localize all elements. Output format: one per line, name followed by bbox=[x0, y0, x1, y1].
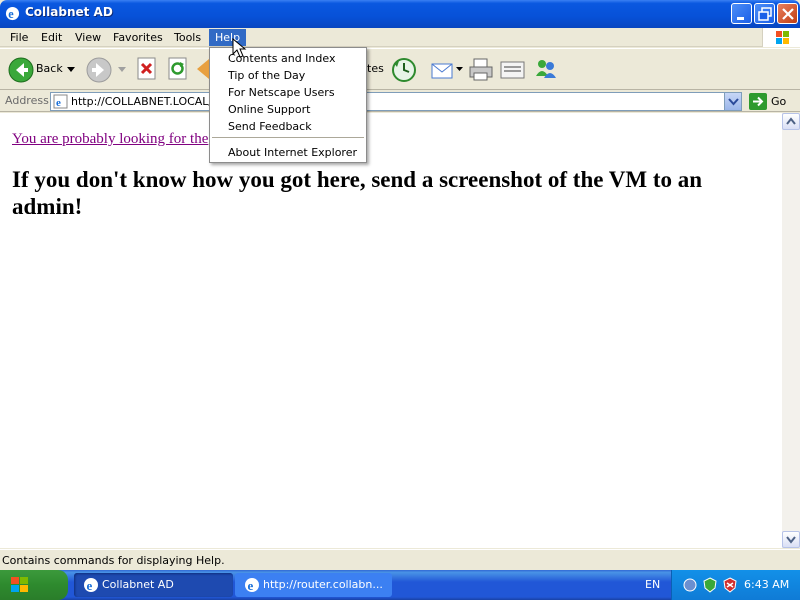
vertical-scrollbar[interactable] bbox=[782, 113, 800, 548]
ie-icon: e bbox=[84, 578, 98, 593]
menu-edit[interactable]: Edit bbox=[35, 29, 68, 46]
taskbar: e Collabnet AD e http://router.collabn..… bbox=[0, 570, 800, 600]
title-bar[interactable]: e Collabnet AD bbox=[0, 0, 800, 28]
history-icon[interactable] bbox=[391, 57, 417, 83]
menu-item-online-support[interactable]: Online Support bbox=[211, 101, 365, 118]
status-bar: Contains commands for displaying Help. bbox=[0, 549, 800, 570]
menu-item-about-ie[interactable]: About Internet Explorer bbox=[211, 144, 365, 161]
scroll-down-button[interactable] bbox=[782, 531, 800, 548]
scroll-down-icon bbox=[786, 536, 796, 544]
back-icon[interactable] bbox=[8, 57, 34, 83]
address-url: http://COLLABNET.LOCAL/ bbox=[71, 95, 213, 108]
help-menu: Contents and Index Tip of the Day For Ne… bbox=[209, 47, 367, 163]
taskbar-item-label: http://router.collabn... bbox=[263, 578, 383, 591]
page-icon: e bbox=[53, 94, 68, 109]
taskbar-item-collabnet[interactable]: e Collabnet AD bbox=[74, 573, 233, 597]
page-link[interactable]: You are probably looking for the bbox=[12, 131, 208, 148]
menu-item-send-feedback[interactable]: Send Feedback bbox=[211, 118, 365, 135]
start-button[interactable] bbox=[0, 570, 68, 600]
taskbar-item-router[interactable]: e http://router.collabn... bbox=[235, 573, 392, 597]
taskbar-item-label: Collabnet AD bbox=[102, 578, 174, 591]
back-dropdown-icon[interactable] bbox=[66, 66, 76, 74]
language-indicator[interactable]: EN bbox=[645, 578, 660, 591]
network-icon[interactable] bbox=[682, 577, 698, 593]
menu-item-netscape-users[interactable]: For Netscape Users bbox=[211, 84, 365, 101]
svg-text:e: e bbox=[87, 578, 93, 593]
print-icon[interactable] bbox=[468, 57, 494, 83]
close-icon bbox=[782, 8, 794, 20]
scroll-up-icon bbox=[786, 117, 796, 125]
mail-icon[interactable] bbox=[430, 58, 456, 82]
address-bar: Address e http://COLLABNET.LOCAL/ Go bbox=[0, 91, 800, 112]
address-label: Address bbox=[5, 94, 49, 107]
ie-icon: e bbox=[245, 578, 259, 593]
mail-dropdown-icon[interactable] bbox=[456, 66, 464, 74]
ie-icon: e bbox=[5, 6, 20, 21]
forward-icon[interactable] bbox=[86, 57, 112, 83]
svg-text:e: e bbox=[56, 97, 61, 109]
menu-file[interactable]: File bbox=[4, 29, 34, 46]
go-arrow-icon[interactable] bbox=[749, 93, 767, 110]
messenger-icon[interactable] bbox=[533, 56, 559, 82]
back-button-label[interactable]: Back bbox=[36, 62, 63, 75]
chevron-down-icon bbox=[728, 98, 739, 106]
menu-view[interactable]: View bbox=[69, 29, 107, 46]
forward-dropdown-icon[interactable] bbox=[117, 66, 127, 74]
minimize-icon bbox=[737, 17, 744, 20]
menu-bar: File Edit View Favorites Tools Help bbox=[0, 28, 800, 47]
address-dropdown-button[interactable] bbox=[724, 93, 741, 110]
close-button[interactable] bbox=[777, 3, 798, 24]
menu-separator bbox=[212, 137, 364, 138]
go-button-label[interactable]: Go bbox=[771, 95, 786, 108]
menu-tools[interactable]: Tools bbox=[168, 29, 207, 46]
refresh-icon[interactable] bbox=[167, 57, 189, 81]
menu-favorites[interactable]: Favorites bbox=[107, 29, 169, 46]
clock[interactable]: 6:43 AM bbox=[744, 578, 789, 591]
minimize-button[interactable] bbox=[731, 3, 752, 24]
stop-icon[interactable] bbox=[136, 57, 158, 81]
page-heading: If you don't know how you got here, send… bbox=[12, 167, 703, 219]
windows-flag-icon bbox=[762, 28, 800, 47]
scroll-up-button[interactable] bbox=[782, 113, 800, 130]
start-icon bbox=[11, 577, 28, 592]
address-input[interactable]: e http://COLLABNET.LOCAL/ bbox=[50, 92, 742, 111]
svg-text:e: e bbox=[248, 578, 254, 593]
shield-icon[interactable] bbox=[722, 577, 738, 593]
page-content: You are probably looking for the If you … bbox=[0, 113, 782, 548]
toolbar: Back tes bbox=[0, 48, 800, 90]
favorites-button-label[interactable]: tes bbox=[367, 62, 384, 75]
edit-icon[interactable] bbox=[500, 58, 526, 82]
status-text: Contains commands for displaying Help. bbox=[2, 554, 225, 567]
maximize-button[interactable] bbox=[754, 3, 775, 24]
cursor-icon bbox=[232, 38, 247, 58]
maximize-icon bbox=[758, 7, 772, 21]
window-title: Collabnet AD bbox=[25, 5, 113, 19]
menu-item-tip-of-day[interactable]: Tip of the Day bbox=[211, 67, 365, 84]
svg-text:e: e bbox=[8, 7, 14, 21]
security-center-icon[interactable] bbox=[702, 577, 718, 593]
